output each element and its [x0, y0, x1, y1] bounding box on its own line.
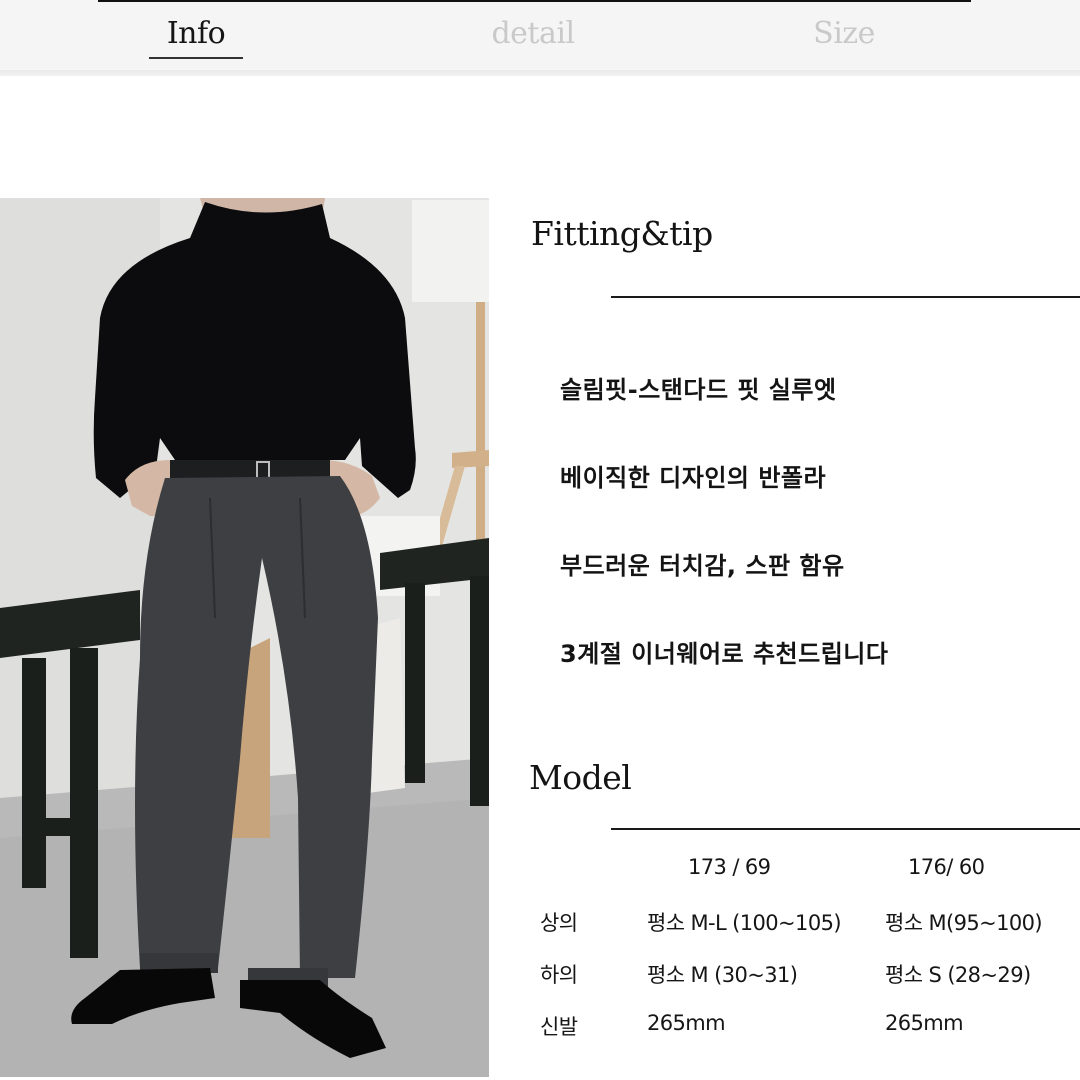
lamp-pole	[476, 302, 485, 562]
bench-left-rail	[28, 818, 93, 836]
tab-bar-shadow	[0, 70, 1080, 76]
model-cell: 265mm	[647, 1011, 726, 1035]
active-tab-indicator	[149, 57, 243, 59]
fitting-tip-item: 부드러운 터치감, 스판 함유	[560, 552, 845, 580]
fitting-tip-item: 3계절 이너웨어로 추천드립니다	[560, 640, 889, 668]
fitting-tip-heading: Fitting&tip	[531, 214, 713, 253]
model-heading: Model	[529, 758, 632, 797]
fitting-tip-item: 베이직한 디자인의 반폴라	[560, 464, 827, 492]
model-column-header: 173 / 69	[688, 855, 771, 879]
fitting-divider	[611, 296, 1080, 298]
bench-right-leg	[405, 583, 425, 783]
bench-left-leg	[22, 658, 46, 888]
model-row-label: 상의	[540, 911, 578, 935]
bench-left-leg2	[70, 648, 98, 958]
model-divider	[611, 828, 1080, 830]
stool-seat	[452, 450, 489, 468]
tab-detail[interactable]: detail	[478, 14, 588, 58]
tab-info[interactable]: Info	[149, 14, 243, 58]
fitting-tip-item: 슬림핏-스탠다드 핏 실루엣	[560, 376, 837, 404]
model-cell: 평소 M (30~31)	[647, 963, 798, 987]
tab-size[interactable]: Size	[800, 14, 888, 58]
photo-illustration	[0, 198, 489, 1077]
top-divider	[98, 0, 971, 2]
product-photo	[0, 198, 489, 1077]
model-row-label: 하의	[540, 963, 578, 987]
model-cell: 265mm	[885, 1011, 964, 1035]
lamp-shade	[412, 200, 489, 302]
model-cell: 평소 M(95~100)	[885, 911, 1043, 935]
model-cell: 평소 M-L (100~105)	[647, 911, 842, 935]
model-cell: 평소 S (28~29)	[885, 963, 1031, 987]
bench-right-leg2	[470, 576, 489, 806]
model-column-header: 176/ 60	[908, 855, 985, 879]
model-row-label: 신발	[540, 1015, 578, 1039]
